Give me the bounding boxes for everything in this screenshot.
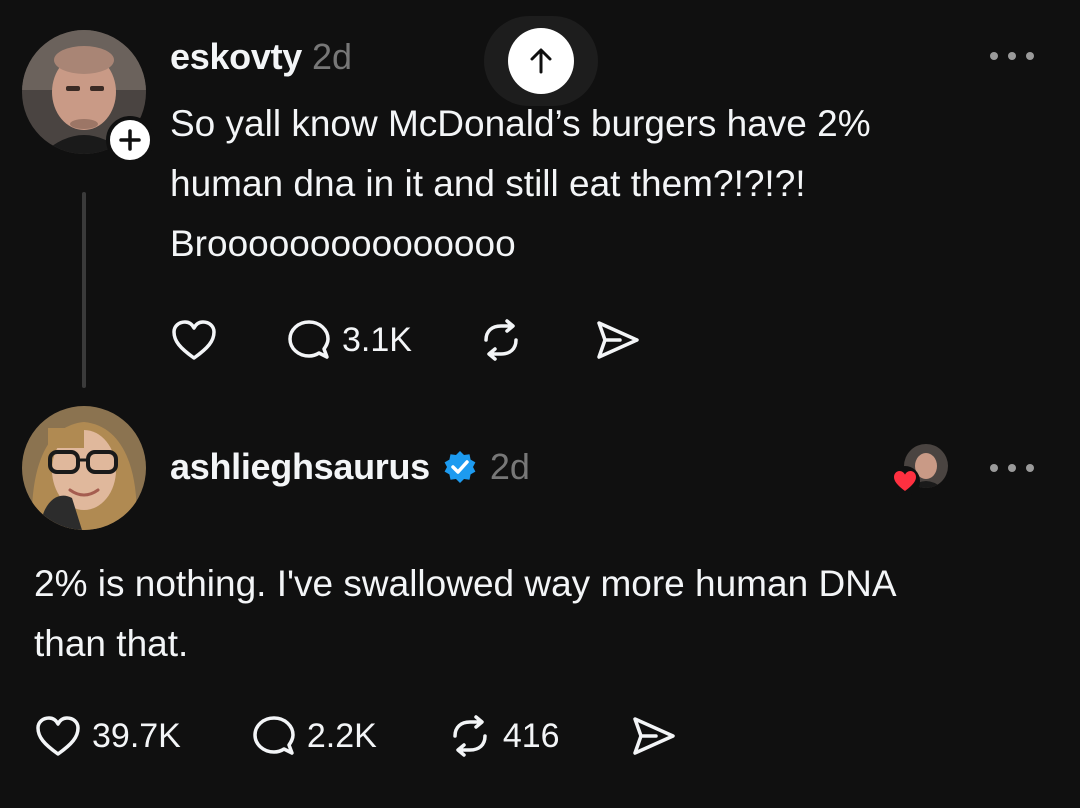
more-options-button[interactable] xyxy=(990,458,1034,478)
share-button[interactable] xyxy=(630,714,678,758)
heart-icon xyxy=(172,320,216,360)
comment-icon xyxy=(253,716,295,755)
username[interactable]: eskovty xyxy=(170,36,302,78)
like-count: 39.7K xyxy=(92,716,181,755)
follow-button[interactable] xyxy=(106,116,154,164)
heart-icon xyxy=(890,466,920,496)
post-ashlieghsaurus: ashlieghsaurus 2d 2% is nothing. I've sw… xyxy=(0,400,1080,808)
post-actions: 39.7K 2.2K 416 xyxy=(34,714,678,758)
post-header: eskovty 2d xyxy=(170,36,352,78)
verified-badge-icon xyxy=(442,449,478,485)
share-button[interactable] xyxy=(594,318,642,362)
avatar[interactable] xyxy=(22,406,146,530)
dot-icon xyxy=(990,464,998,472)
thread-line xyxy=(82,192,86,388)
post-actions: 3.1K xyxy=(170,318,642,362)
dot-icon xyxy=(1008,52,1016,60)
send-icon xyxy=(597,321,639,359)
post-text: 2% is nothing. I've swallowed way more h… xyxy=(34,563,897,664)
repost-count: 416 xyxy=(502,716,560,755)
timestamp: 2d xyxy=(489,446,530,487)
post-text: So yall know McDonald’s burgers have 2% … xyxy=(170,103,871,264)
scroll-to-top-button[interactable] xyxy=(508,28,574,94)
dot-icon xyxy=(1008,464,1016,472)
dot-icon xyxy=(1026,52,1034,60)
reply-button[interactable]: 3.1K xyxy=(286,318,412,362)
dot-icon xyxy=(1026,464,1034,472)
dot-icon xyxy=(990,52,998,60)
heart-icon xyxy=(36,716,80,756)
reply-button[interactable]: 2.2K xyxy=(251,714,377,758)
plus-icon xyxy=(119,129,141,151)
repost-icon xyxy=(453,715,487,757)
username[interactable]: ashlieghsaurus xyxy=(170,446,430,488)
timestamp: 2d xyxy=(312,36,353,77)
like-button[interactable] xyxy=(170,318,218,362)
scroll-to-top xyxy=(484,16,598,106)
liked-by-author xyxy=(890,444,952,502)
arrow-up-icon xyxy=(530,48,552,74)
send-icon xyxy=(632,717,675,755)
like-button[interactable]: 39.7K xyxy=(34,714,181,758)
more-options-button[interactable] xyxy=(990,46,1034,66)
reply-count: 2.2K xyxy=(306,716,377,755)
reply-count: 3.1K xyxy=(342,320,412,359)
comment-icon xyxy=(288,320,330,359)
profile-photo-icon xyxy=(22,406,146,530)
post-eskovty: eskovty 2d So yall know McDonald’s burge… xyxy=(0,0,1080,400)
post-header: ashlieghsaurus 2d xyxy=(170,446,530,488)
repost-button[interactable] xyxy=(478,318,524,362)
repost-button[interactable]: 416 xyxy=(447,714,560,758)
repost-icon xyxy=(484,319,518,361)
